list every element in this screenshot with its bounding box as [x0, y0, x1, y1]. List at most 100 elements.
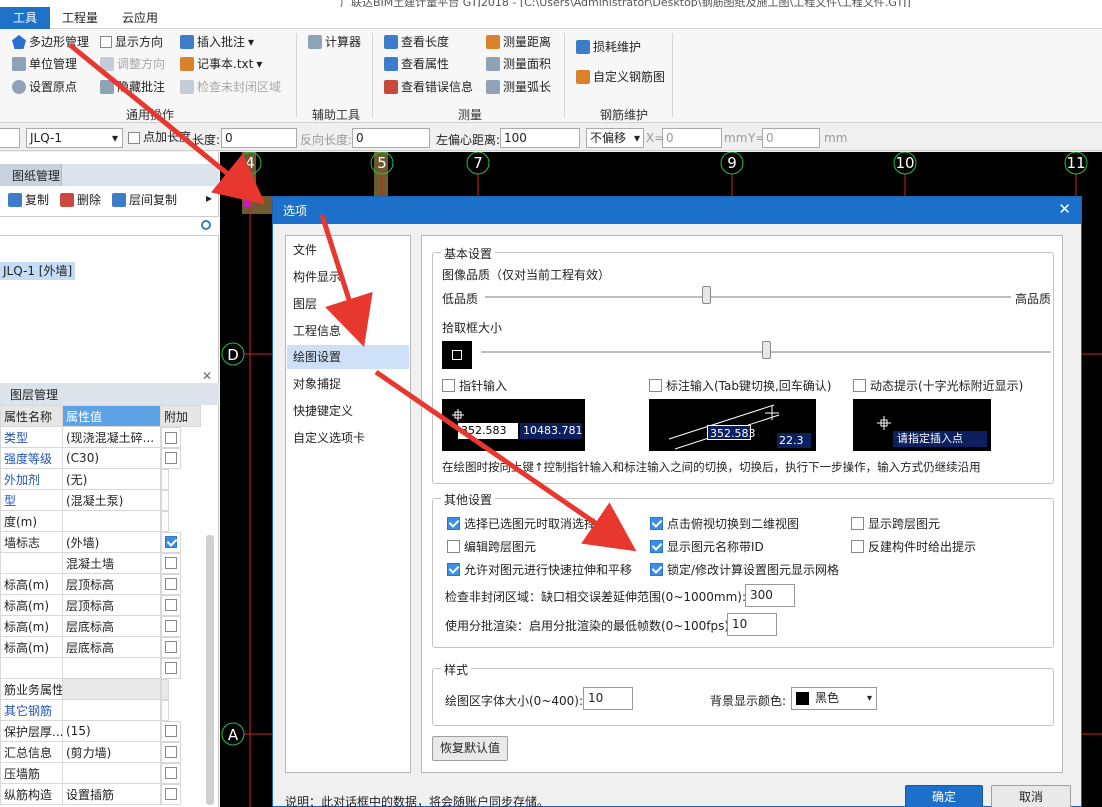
adjust-direction-button[interactable]: 调整方向: [100, 54, 165, 74]
nav-item-component-display[interactable]: 构件显示: [287, 265, 409, 289]
batch-render-input[interactable]: 10: [727, 613, 777, 636]
calculator-button[interactable]: 计算器: [308, 32, 361, 52]
extra-checkbox[interactable]: [165, 725, 177, 737]
property-extra-cell[interactable]: [161, 468, 169, 490]
component-select[interactable]: JLQ-1 ▾: [26, 128, 123, 148]
show-name-id-checkbox[interactable]: 显示图元名称带ID: [650, 538, 764, 555]
table-row[interactable]: 外加剂 (无): [0, 468, 201, 490]
floor-select[interactable]: [0, 128, 20, 148]
property-extra-cell[interactable]: [161, 531, 181, 553]
pointer-input-checkbox[interactable]: 指针输入: [442, 377, 507, 394]
vertical-scrollbar[interactable]: [206, 535, 214, 805]
property-extra-cell[interactable]: [161, 447, 181, 469]
left-offset-input[interactable]: 100: [500, 128, 580, 148]
polygon-mgmt-button[interactable]: 多边形管理: [12, 32, 89, 52]
tab-layer-mgmt[interactable]: 图层管理: [10, 386, 58, 403]
table-row[interactable]: 标高(m) 层顶标高: [0, 594, 201, 616]
notepad-button[interactable]: 记事本.txt ▾: [180, 54, 262, 74]
component-search-input[interactable]: [0, 216, 219, 236]
y-input[interactable]: 0: [762, 128, 820, 148]
property-extra-cell[interactable]: [161, 427, 181, 448]
gap-range-input[interactable]: 300: [745, 584, 795, 607]
property-value-cell[interactable]: 混凝土墙: [62, 552, 161, 574]
table-row[interactable]: 标高(m) 层顶标高: [0, 573, 201, 595]
lock-calc-grid-checkbox[interactable]: 锁定/修改计算设置图元显示网格: [650, 561, 839, 578]
extra-checkbox[interactable]: [165, 557, 177, 569]
measure-arc-button[interactable]: 测量弧长: [486, 77, 551, 97]
table-row[interactable]: 型 (混凝土泵): [0, 489, 201, 511]
table-row[interactable]: 纵筋构造 设置插筋: [0, 783, 201, 805]
show-cross-layer-checkbox[interactable]: 显示跨层图元: [851, 515, 940, 532]
offset-mode-select[interactable]: 不偏移 ▾: [586, 128, 644, 148]
table-row[interactable]: 强度等级 (C30): [0, 447, 201, 469]
reverse-length-input[interactable]: 0: [352, 128, 430, 148]
floor-copy-button[interactable]: 层间复制: [112, 191, 177, 208]
selected-point-marker[interactable]: [244, 199, 252, 207]
property-value-cell[interactable]: [62, 699, 161, 721]
extra-checkbox[interactable]: [165, 599, 177, 611]
close-icon[interactable]: ✕: [1058, 201, 1071, 217]
property-extra-cell[interactable]: [161, 636, 181, 658]
table-row[interactable]: 混凝土墙: [0, 552, 201, 574]
nav-item-layer[interactable]: 图层: [287, 292, 409, 316]
tab-cloud[interactable]: 云应用: [112, 7, 168, 29]
property-value-cell[interactable]: 设置插筋: [62, 783, 161, 805]
table-row[interactable]: 类型 (现浇混凝土碎...: [0, 426, 201, 448]
measure-area-button[interactable]: 测量面积: [486, 54, 551, 74]
extra-checkbox[interactable]: [165, 536, 177, 548]
dim-input-checkbox[interactable]: 标注输入(Tab键切换,回车确认): [649, 377, 832, 394]
delete-button[interactable]: 删除: [60, 191, 101, 208]
nav-item-project-info[interactable]: 工程信息: [287, 319, 409, 343]
point-length-checkbox[interactable]: 点加长度: [128, 128, 191, 147]
table-row[interactable]: 汇总信息 (剪力墙): [0, 741, 201, 763]
table-row[interactable]: 标高(m) 层底标高: [0, 615, 201, 637]
tree-item-selected[interactable]: JLQ-1 [外墙]: [0, 262, 76, 280]
property-extra-cell[interactable]: [161, 699, 169, 721]
property-extra-cell[interactable]: [161, 678, 169, 700]
quality-slider-track[interactable]: [485, 296, 1011, 298]
property-value-cell[interactable]: (C30): [62, 447, 161, 469]
property-extra-cell[interactable]: [161, 552, 181, 574]
nav-item-file[interactable]: 文件: [287, 238, 409, 262]
property-extra-cell[interactable]: [161, 489, 169, 511]
check-unclosed-button[interactable]: 检查未封闭区域: [180, 77, 281, 97]
property-extra-cell[interactable]: [161, 594, 181, 616]
property-value-cell[interactable]: 层顶标高: [62, 594, 161, 616]
tab-quantity[interactable]: 工程量: [52, 7, 108, 29]
extra-checkbox[interactable]: [165, 767, 177, 779]
quick-stretch-checkbox[interactable]: 允许对图元进行快速拉伸和平移: [447, 561, 632, 578]
deselect-checkbox[interactable]: 选择已选图元时取消选择: [447, 515, 596, 532]
property-extra-cell[interactable]: [161, 573, 181, 595]
property-value-cell[interactable]: [62, 762, 161, 784]
view-attr-button[interactable]: 查看属性: [384, 54, 449, 74]
property-value-cell[interactable]: (现浇混凝土碎...: [62, 426, 161, 448]
length-input[interactable]: 0: [221, 128, 297, 148]
property-extra-cell[interactable]: [161, 510, 169, 532]
copy-button[interactable]: 复制: [8, 191, 49, 208]
font-size-input[interactable]: 10: [583, 687, 633, 710]
bg-color-select[interactable]: 黑色 ▾: [791, 687, 877, 710]
reverse-build-hint-checkbox[interactable]: 反建构件时给出提示: [851, 538, 976, 555]
nav-item-object-snap[interactable]: 对象捕捉: [287, 372, 409, 396]
property-extra-cell[interactable]: [161, 615, 181, 637]
property-value-cell[interactable]: [62, 678, 161, 700]
tab-drawing-mgmt[interactable]: 图纸管理: [12, 167, 60, 184]
insert-note-button[interactable]: 插入批注 ▾: [180, 32, 254, 52]
show-direction-checkbox[interactable]: 显示方向: [100, 32, 163, 52]
pick-slider-thumb[interactable]: [762, 341, 771, 359]
property-value-cell[interactable]: (剪力墙): [62, 741, 161, 763]
table-row[interactable]: 压墙筋: [0, 762, 201, 784]
set-origin-button[interactable]: 设置原点: [12, 77, 77, 97]
table-row[interactable]: 度(m): [0, 510, 201, 532]
property-extra-cell[interactable]: [161, 741, 181, 763]
property-extra-cell[interactable]: [161, 762, 181, 784]
hide-note-button[interactable]: 隐藏批注: [100, 77, 165, 97]
close-icon[interactable]: ✕: [202, 369, 212, 383]
extra-checkbox[interactable]: [165, 662, 177, 674]
loss-maint-button[interactable]: 损耗维护: [576, 37, 641, 57]
property-value-cell[interactable]: [62, 510, 161, 532]
extra-checkbox[interactable]: [165, 788, 177, 800]
restore-default-button[interactable]: 恢复默认值: [432, 736, 508, 761]
quality-slider-thumb[interactable]: [701, 286, 711, 304]
property-extra-cell[interactable]: [161, 783, 181, 805]
